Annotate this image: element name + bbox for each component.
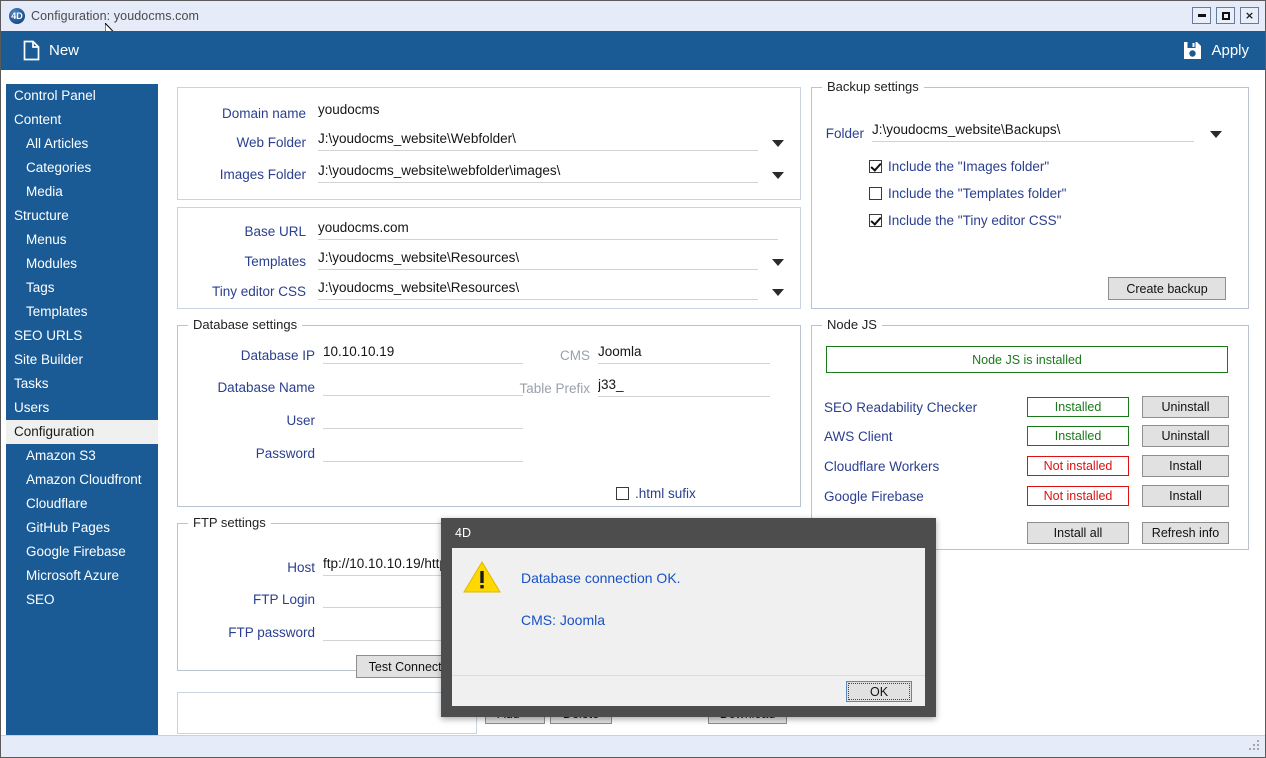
dialog-footer: OK [452, 675, 925, 706]
application-window: 4D Configuration: youdocms.com × New [0, 0, 1266, 758]
warning-icon [463, 560, 501, 594]
dialog-message-line1: Database connection OK. [521, 570, 681, 586]
dialog-message-line2: CMS: Joomla [521, 612, 605, 628]
status-bar [1, 735, 1265, 757]
modal-overlay: 4D Database connection OK. CMS: Joomla O… [1, 1, 1266, 758]
resize-grip[interactable] [1248, 740, 1261, 753]
dialog-window: 4D Database connection OK. CMS: Joomla O… [441, 518, 936, 717]
dialog-title: 4D [455, 526, 471, 540]
dialog-ok-button[interactable]: OK [846, 681, 912, 702]
